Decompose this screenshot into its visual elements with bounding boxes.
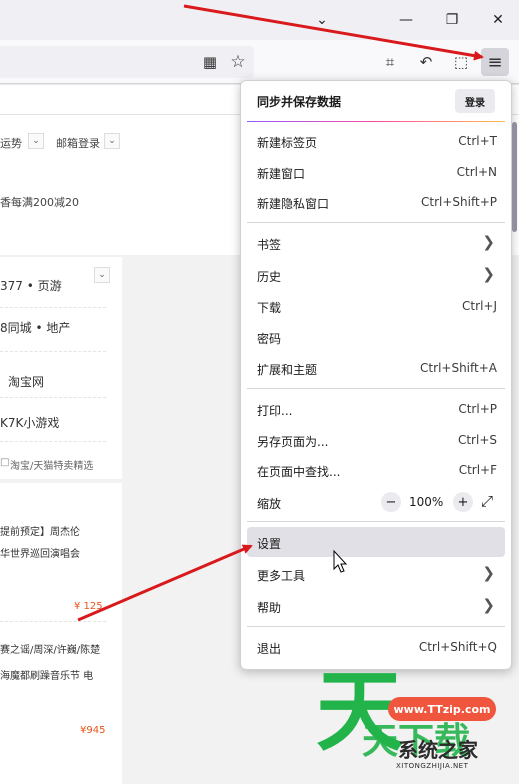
watermark-domain: XITONGZHIJIA.NET	[396, 762, 469, 770]
annotation-layer	[77, 4, 484, 622]
watermark-url-badge: www.TTzip.com	[388, 697, 496, 721]
annotation-arrow	[183, 4, 484, 61]
mouse-cursor-icon	[333, 549, 348, 573]
annotation-arrow	[77, 544, 253, 622]
watermark-logo-text: 系统之家	[398, 738, 478, 762]
